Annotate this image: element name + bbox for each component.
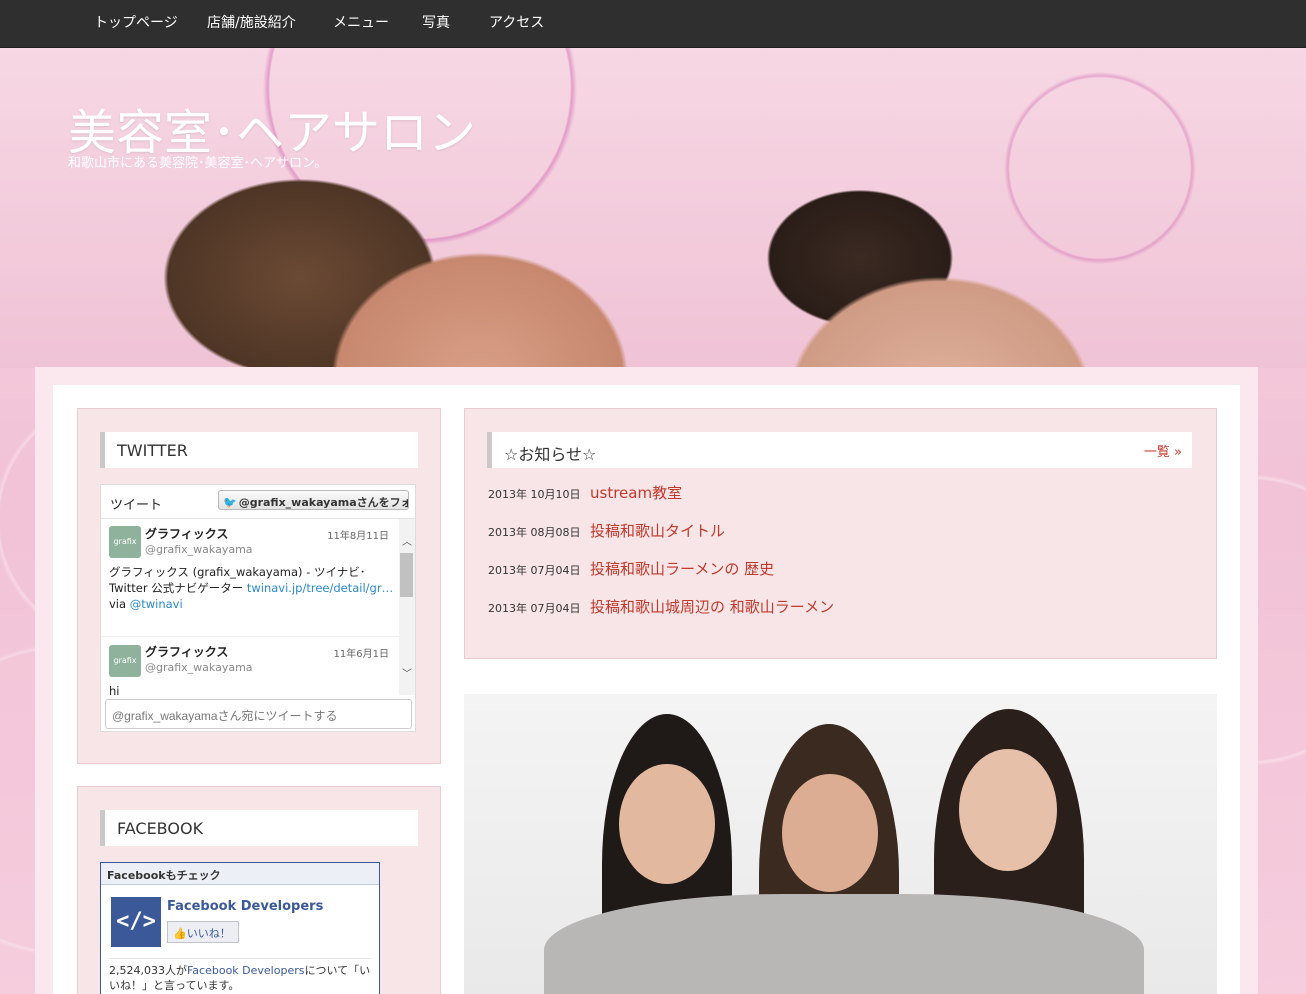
nav-item-access[interactable]: アクセス: [489, 12, 544, 32]
tweet-mention[interactable]: @twinavi: [130, 597, 183, 611]
news-more-link[interactable]: 一覧 »: [1144, 441, 1182, 460]
avatar[interactable]: grafix: [109, 526, 141, 558]
news-item-link[interactable]: 投稿和歌山ラーメンの 歴史: [590, 558, 774, 579]
tweet-date[interactable]: 11年6月1日: [334, 645, 389, 660]
nav-item-top[interactable]: トップページ: [94, 12, 178, 32]
news-item-link[interactable]: 投稿和歌山城周辺の 和歌山ラーメン: [590, 596, 834, 617]
news-date: 2013年 10月10日: [488, 488, 581, 501]
facebook-developers-logo-icon[interactable]: </>: [111, 897, 161, 947]
tweet-text: グラフィックス (grafix_wakayama) - ツイナビ･ Twitte…: [109, 564, 394, 612]
facebook-box-title: Facebookもチェック: [101, 863, 379, 885]
tweet-via: via: [109, 597, 127, 611]
like-count-page-link[interactable]: Facebook Developers: [187, 964, 305, 977]
facebook-widget-title: FACEBOOK: [100, 810, 418, 846]
tweet-link[interactable]: twinavi.jp/tree/detail/gr…: [247, 581, 393, 595]
avatar[interactable]: grafix: [109, 645, 141, 677]
nav-item-photos[interactable]: 写真: [422, 12, 450, 32]
facebook-page-name[interactable]: Facebook Developers: [167, 899, 323, 914]
tweet-list[interactable]: grafix グラフィックス @grafix_wakayama 11年8月11日…: [101, 519, 399, 695]
facebook-like-box: Facebookもチェック </> Facebook Developers 👍い…: [100, 862, 380, 994]
tweet-author-handle[interactable]: @grafix_wakayama: [145, 661, 253, 674]
photo-face: [782, 774, 878, 892]
tweet-item: grafix グラフィックス @grafix_wakayama 11年6月1日 …: [101, 637, 399, 695]
tweet-text: hi: [109, 684, 120, 695]
site-header: 美容室･ヘアサロン 和歌山市にある美容院･美容室･ヘアサロン。: [0, 48, 1306, 368]
tweet-author-handle[interactable]: @grafix_wakayama: [145, 543, 253, 556]
news-date: 2013年 07月04日: [488, 564, 581, 577]
tweet-author-name[interactable]: グラフィックス: [145, 643, 228, 660]
news-item-link[interactable]: 投稿和歌山タイトル: [590, 520, 725, 541]
twitter-bird-icon: 🐦: [223, 496, 237, 509]
tweet-to-input[interactable]: @grafix_wakayamaさん宛にツイートする: [105, 699, 412, 729]
twitter-widget-title: TWITTER: [100, 432, 418, 468]
nav-item-menu[interactable]: メニュー: [333, 12, 389, 32]
follow-label: @grafix_wakayamaさんをフォロー: [238, 496, 408, 509]
twitter-timeline-header: ツイート 🐦@grafix_wakayamaさんをフォロー: [101, 485, 415, 519]
featured-photo: [464, 694, 1217, 994]
like-label: いいね！: [186, 927, 231, 940]
photo-face: [619, 764, 715, 884]
divider: [109, 958, 371, 959]
nav-item-shop[interactable]: 店舗/施設紹介: [207, 12, 296, 32]
site-description: 和歌山市にある美容院･美容室･ヘアサロン。: [68, 156, 328, 171]
scroll-down-arrow-icon[interactable]: ﹀: [402, 665, 412, 680]
tweet-author-name[interactable]: グラフィックス: [145, 525, 228, 542]
twitter-follow-button[interactable]: 🐦@grafix_wakayamaさんをフォロー: [218, 490, 409, 510]
thumbs-up-icon: 👍: [173, 927, 187, 940]
facebook-like-count: 2,524,033人がFacebook Developersについて「いいね！」…: [109, 963, 371, 993]
news-widget-title: ☆お知らせ☆ 一覧 »: [487, 432, 1192, 468]
news-title-text: ☆お知らせ☆: [504, 445, 597, 464]
news-date: 2013年 08月08日: [488, 526, 581, 539]
tweet-heading: ツイート: [110, 498, 163, 513]
photo-clothing: [544, 894, 1144, 994]
scroll-up-arrow-icon[interactable]: ︿: [402, 533, 412, 548]
photo-face: [959, 749, 1057, 871]
top-navbar: トップページ 店舗/施設紹介 メニュー 写真 アクセス: [0, 0, 1306, 48]
scrollbar-thumb[interactable]: [400, 553, 413, 597]
news-date: 2013年 07月04日: [488, 602, 581, 615]
tweet-list-scrollbar[interactable]: ︿ ﹀: [399, 519, 415, 695]
like-count-prefix: 2,524,033人が: [109, 964, 187, 977]
news-item-link[interactable]: ustream教室: [590, 482, 682, 503]
twitter-timeline: ツイート 🐦@grafix_wakayamaさんをフォロー grafix グラフ…: [100, 484, 416, 732]
tweet-date[interactable]: 11年8月11日: [327, 527, 389, 542]
tweet-item: grafix グラフィックス @grafix_wakayama 11年8月11日…: [101, 519, 399, 637]
facebook-like-button[interactable]: 👍いいね！: [167, 921, 239, 943]
